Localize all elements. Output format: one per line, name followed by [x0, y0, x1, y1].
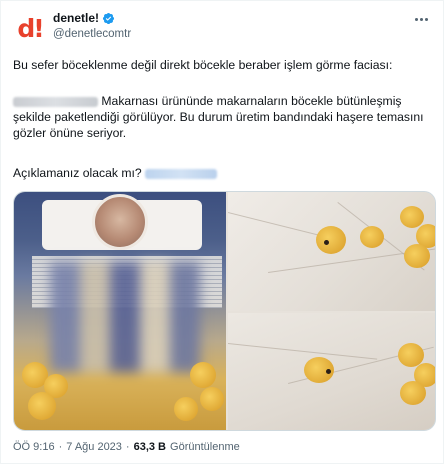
marble-vein [228, 343, 378, 360]
media-grid[interactable] [13, 191, 436, 431]
pasta-piece [190, 362, 216, 388]
pasta-piece [316, 226, 346, 254]
author-display-name[interactable]: denetle! [53, 11, 99, 25]
tweet-question: Açıklamanız olacak mı? [13, 166, 142, 180]
bug-spot [324, 240, 329, 245]
pasta-piece [174, 397, 198, 421]
pasta-piece [28, 392, 56, 420]
package-medallion [92, 194, 148, 250]
pasta-piece [404, 244, 430, 268]
brand-logo: d! [17, 13, 44, 43]
pixelated-brand [50, 262, 200, 372]
pasta-piece [360, 226, 384, 248]
photo-package[interactable] [14, 192, 226, 430]
photo-closeup-1[interactable] [228, 192, 435, 311]
bug-spot [326, 369, 331, 374]
tweet-text-paragraph-3: Açıklamanız olacak mı? [13, 165, 433, 181]
tweet-text-paragraph-2: Makarnası ürününde makarnaların böcekle … [13, 93, 433, 141]
pasta-piece [200, 387, 224, 411]
meta-separator: · [125, 441, 130, 453]
tweet-card[interactable]: d! denetle! @denetlecomtr Bu sefer böcek… [0, 0, 444, 464]
redacted-mention[interactable] [145, 168, 218, 179]
avatar[interactable]: d! [13, 11, 47, 45]
redacted-brand-name [13, 96, 98, 107]
photo-closeup-2[interactable] [228, 313, 435, 430]
meta-separator: · [58, 441, 63, 453]
tweet-meta: ÖÖ 9:16 · 7 Ağu 2023 · 63,3 B Görüntülen… [13, 441, 240, 453]
author-name-row[interactable]: denetle! [53, 11, 115, 25]
tweet-date[interactable]: 7 Ağu 2023 [66, 441, 122, 453]
tweet-text-paragraph-1: Bu sefer böceklenme değil direkt böcekle… [13, 58, 393, 72]
pasta-piece [400, 381, 426, 405]
author-handle[interactable]: @denetlecomtr [53, 28, 131, 40]
view-label: Görüntülenme [170, 441, 240, 453]
more-options-icon[interactable] [411, 13, 431, 25]
tweet-time[interactable]: ÖÖ 9:16 [13, 441, 55, 453]
verified-badge-icon [102, 12, 115, 24]
pasta-piece [400, 206, 424, 228]
view-count: 63,3 B [133, 441, 167, 453]
